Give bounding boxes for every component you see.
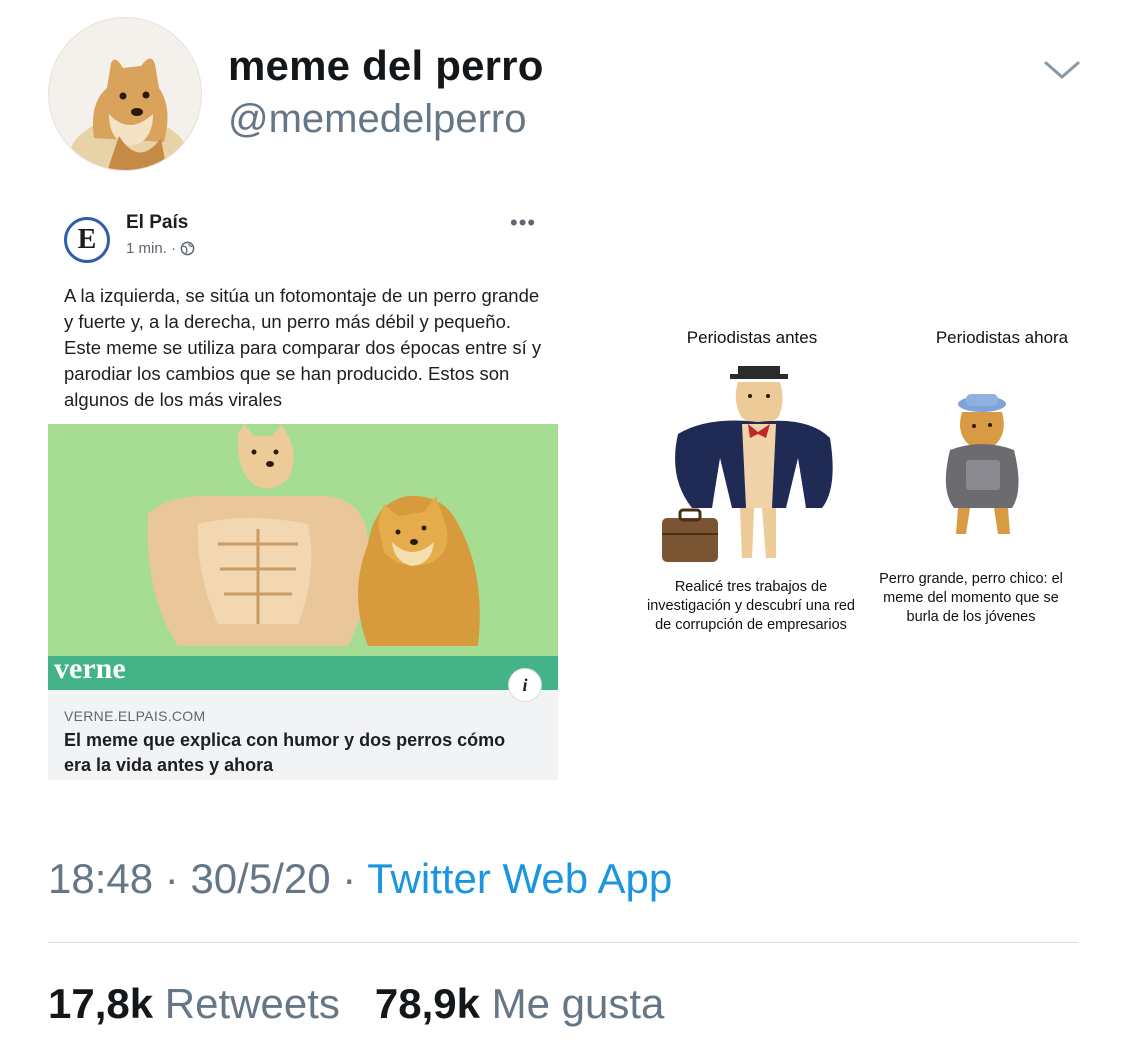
link-domain: VERNE.ELPAIS.COM xyxy=(64,708,206,724)
meme-left-caption: Realicé tres trabajos de investigación y… xyxy=(647,579,855,633)
meme-right-title: Periodistas ahora xyxy=(935,328,1069,347)
globe-icon xyxy=(180,241,195,256)
divider xyxy=(48,942,1078,943)
info-icon[interactable]: i xyxy=(508,668,542,702)
post-text: A la izquierda, se sitúa un fotomontaje … xyxy=(64,285,542,410)
likes-count: 78,9k xyxy=(374,980,480,1027)
display-name[interactable]: meme del perro xyxy=(228,42,544,90)
verne-banner: verne xyxy=(48,652,558,690)
shiba-avatar-icon xyxy=(69,58,189,170)
page-name: El País xyxy=(126,212,189,233)
retweets-stat[interactable]: 17,8k Retweets xyxy=(48,980,340,1027)
verne-logo: verne xyxy=(54,652,126,685)
doge-in-suit-illustration xyxy=(662,366,833,562)
meta-separator: · xyxy=(342,855,357,902)
cheems-with-hat-illustration xyxy=(945,394,1019,534)
tweet-time[interactable]: 18:48 xyxy=(48,855,153,902)
link-title[interactable]: El meme que explica con humor y dos perr… xyxy=(64,728,534,778)
link-preview[interactable]: i VERNE.ELPAIS.COM El meme que explica c… xyxy=(48,668,558,780)
meme-right-caption: Perro grande, perro chico: el meme del m… xyxy=(879,571,1063,625)
chevron-down-icon[interactable] xyxy=(1042,55,1082,85)
post-meta: 1 min. · xyxy=(126,240,195,257)
doge-vs-cheems-illustration xyxy=(147,424,480,646)
meme-left-title: Periodistas antes xyxy=(686,328,818,347)
tweet-stats: 17,8k Retweets 78,9k Me gusta xyxy=(48,980,664,1028)
post-time: 1 min. · xyxy=(126,240,177,257)
tweet-date[interactable]: 30/5/20 xyxy=(190,855,330,902)
user-handle[interactable]: @memedelperro xyxy=(228,97,527,142)
meme-photo xyxy=(48,424,558,656)
retweets-count: 17,8k xyxy=(48,980,154,1027)
tweet-meta: 18:48 · 30/5/20 · Twitter Web App xyxy=(48,855,672,903)
tweet-source-link[interactable]: Twitter Web App xyxy=(367,855,672,902)
likes-label: Me gusta xyxy=(491,980,665,1027)
more-options-icon: ••• xyxy=(510,210,537,235)
likes-stat[interactable]: 78,9k Me gusta xyxy=(375,980,665,1027)
elpais-logo: E xyxy=(64,217,110,263)
tweet-page: meme del perro @memedelperro E El País 1… xyxy=(0,0,1124,1059)
avatar[interactable] xyxy=(48,17,202,171)
embedded-image-left[interactable]: E El País 1 min. · ••• A la izquierda, s… xyxy=(48,200,558,780)
retweets-label: Retweets xyxy=(164,980,340,1027)
embedded-image-right[interactable]: Periodistas antes Periodistas ahora Real… xyxy=(640,300,1100,680)
meta-separator: · xyxy=(164,855,179,902)
